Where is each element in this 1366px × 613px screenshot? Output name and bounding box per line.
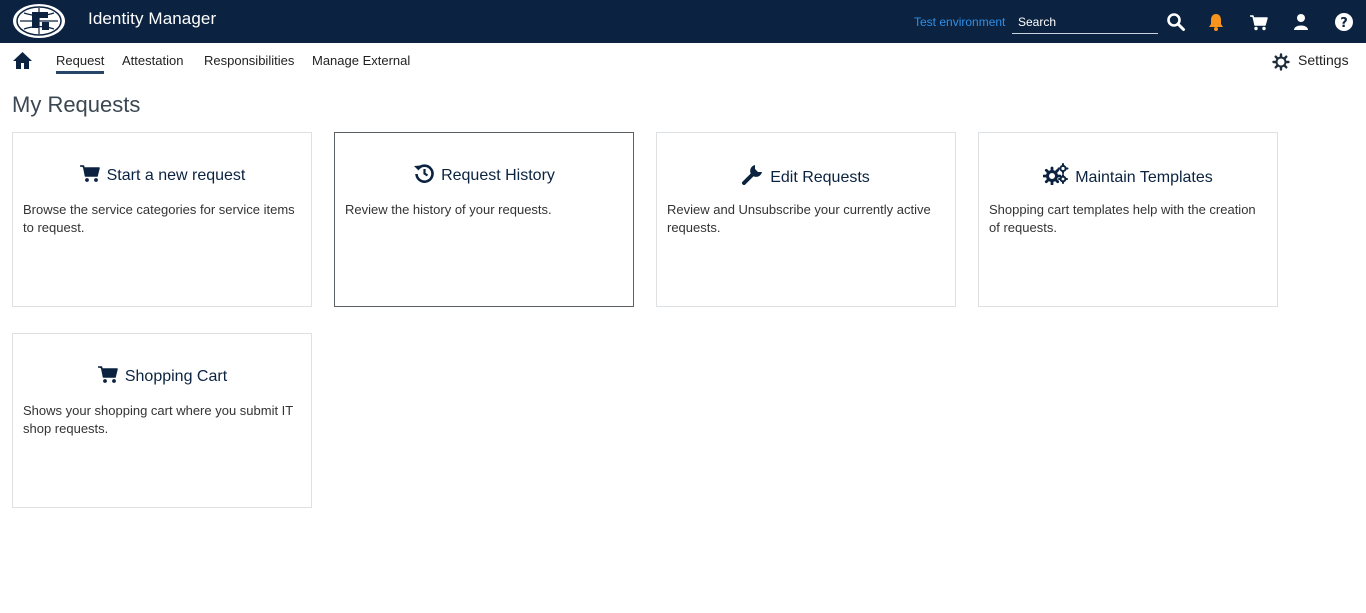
- tile-header: Edit Requests: [657, 163, 955, 187]
- tile-description: Shopping cart templates help with the cr…: [989, 202, 1256, 235]
- search-icon[interactable]: [1166, 12, 1186, 32]
- app-title: Identity Manager: [88, 9, 217, 28]
- cart-icon: [97, 366, 118, 383]
- main-navigation: Request Attestation Responsibilities Man…: [0, 43, 1366, 79]
- tile-description: Shows your shopping cart where you submi…: [23, 403, 294, 436]
- tile-edit-requests[interactable]: Edit Requests Review and Unsubscribe you…: [656, 132, 956, 307]
- svg-text:?: ?: [1340, 16, 1348, 31]
- company-logo[interactable]: [12, 2, 68, 40]
- page-title: My Requests: [12, 92, 141, 117]
- tile-maintain-templates[interactable]: Maintain Templates Shopping cart templat…: [978, 132, 1278, 307]
- tile-title: Edit Requests: [770, 169, 870, 186]
- gears-icon: [1042, 163, 1069, 186]
- tile-title: Shopping Cart: [124, 368, 228, 385]
- tile-title: Maintain Templates: [1075, 169, 1213, 186]
- bell-icon[interactable]: [1206, 12, 1226, 32]
- environment-label: Test environment: [914, 15, 1006, 29]
- help-icon[interactable]: ?: [1334, 12, 1354, 32]
- tile-description: Browse the service categories for servic…: [23, 202, 295, 235]
- search-input[interactable]: [1012, 11, 1158, 34]
- nav-request[interactable]: Request: [56, 53, 105, 74]
- cart-icon[interactable]: [1249, 12, 1269, 32]
- home-icon[interactable]: [12, 51, 33, 70]
- settings-label: Settings: [1298, 52, 1349, 68]
- top-bar: Identity Manager Test environment ?: [0, 0, 1366, 43]
- tile-title: Start a new request: [106, 167, 246, 184]
- gear-icon: [1272, 53, 1290, 71]
- user-icon[interactable]: [1291, 12, 1311, 32]
- wrench-icon: [742, 165, 763, 185]
- nav-attestation[interactable]: Attestation: [122, 53, 183, 68]
- tile-start-new-request[interactable]: Start a new request Browse the service c…: [12, 132, 312, 307]
- cart-icon: [79, 165, 100, 182]
- tile-description: Review the history of your requests.: [345, 202, 552, 217]
- tile-header: Request History: [335, 163, 633, 185]
- tile-request-history[interactable]: Request History Review the history of yo…: [334, 132, 634, 307]
- nav-manage-external[interactable]: Manage External: [312, 53, 410, 68]
- tile-description: Review and Unsubscribe your currently ac…: [667, 202, 931, 235]
- history-icon: [414, 164, 434, 183]
- tile-header: Maintain Templates: [979, 163, 1277, 187]
- tile-title: Request History: [441, 167, 555, 184]
- nav-responsibilities[interactable]: Responsibilities: [204, 53, 294, 68]
- tile-shopping-cart[interactable]: Shopping Cart Shows your shopping cart w…: [12, 333, 312, 508]
- tile-header: Shopping Cart: [13, 364, 311, 386]
- tile-header: Start a new request: [13, 163, 311, 185]
